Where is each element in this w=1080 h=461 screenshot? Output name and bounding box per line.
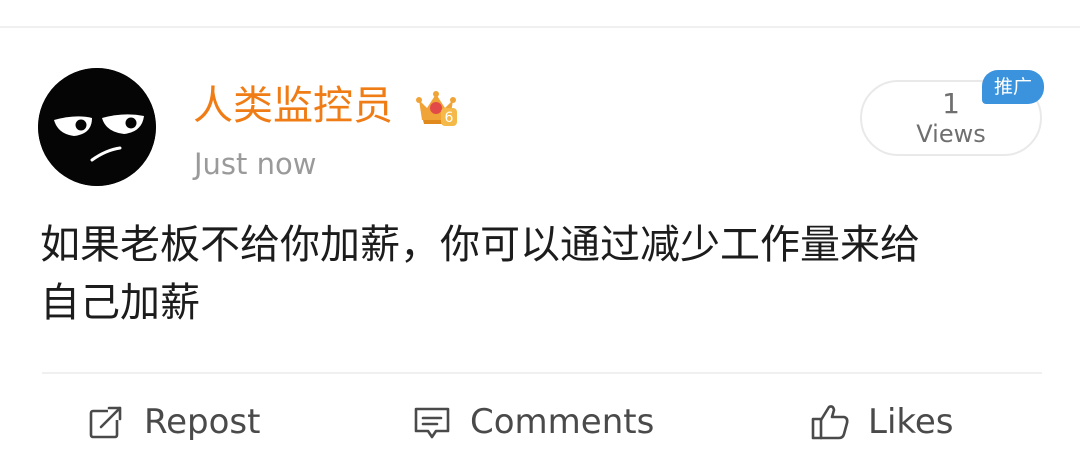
post-content[interactable]: 如果老板不给你加薪，你可以通过减少工作量来给 自己加薪	[40, 216, 1050, 332]
comments-label: Comments	[470, 402, 655, 442]
post-content-line-2: 自己加薪	[40, 280, 200, 326]
black-face-avatar-icon	[38, 68, 156, 186]
thumbs-up-icon	[811, 405, 849, 440]
crown-level-badge-icon[interactable]: 6	[415, 86, 457, 128]
views-label: Views	[916, 120, 986, 148]
username[interactable]: 人类监控员	[193, 82, 393, 130]
post-content-line-1: 如果老板不给你加薪，你可以通过减少工作量来给	[40, 222, 920, 268]
likes-button[interactable]: Likes	[810, 398, 954, 446]
post-timestamp: Just now	[194, 147, 317, 181]
top-divider	[0, 26, 1080, 28]
avatar[interactable]	[38, 68, 156, 186]
repost-icon	[89, 406, 124, 439]
likes-label: Likes	[868, 402, 954, 442]
repost-label: Repost	[144, 402, 261, 442]
badge-level: 6	[445, 110, 454, 126]
promo-tag: 推广	[982, 70, 1044, 104]
comment-icon	[414, 407, 450, 439]
comments-button[interactable]: Comments	[412, 398, 654, 446]
repost-button[interactable]: Repost	[86, 398, 260, 446]
action-bar-divider	[42, 372, 1042, 374]
weibo-post-card: 人类监控员 6 Just now 1 Views 推广 如果老板不给你加薪，你可…	[0, 0, 1080, 461]
